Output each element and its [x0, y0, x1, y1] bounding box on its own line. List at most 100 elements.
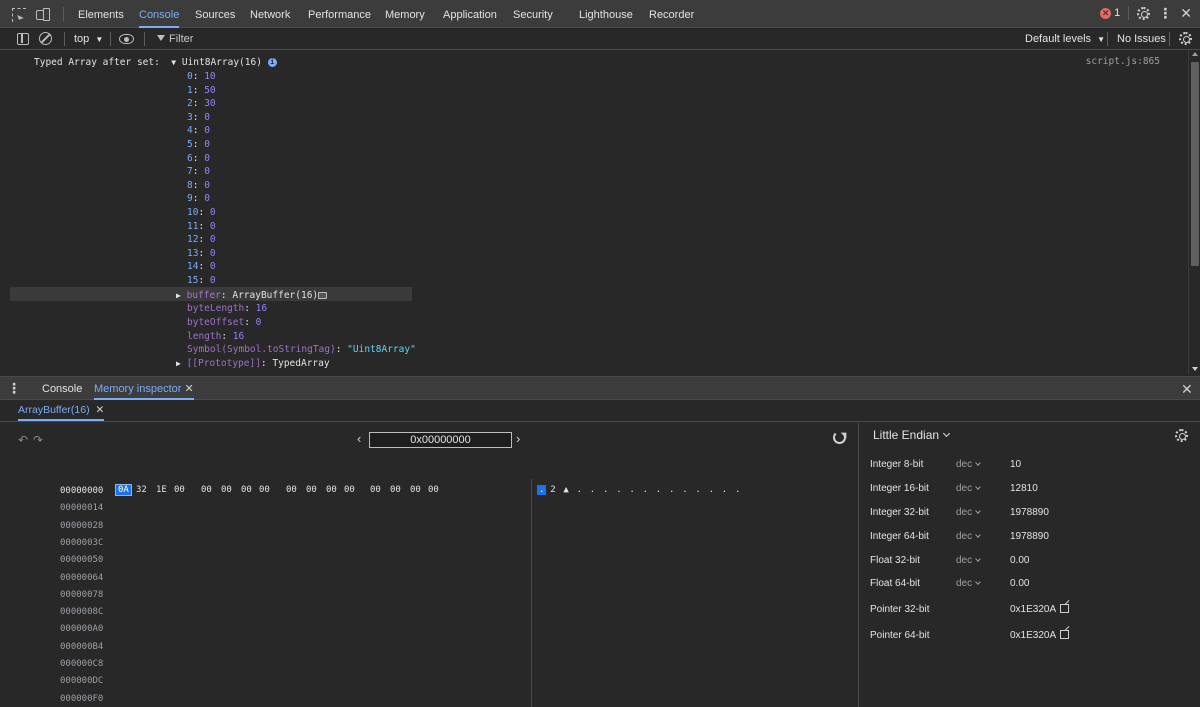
tab-security[interactable]: Security — [513, 0, 553, 28]
property-key: length — [187, 331, 222, 342]
selected-ascii-cell[interactable]: . — [537, 485, 547, 495]
ascii-cell[interactable]: . — [643, 485, 648, 495]
expand-toggle-icon[interactable]: ▼ — [171, 58, 176, 67]
value-format-dropdown[interactable]: dec — [956, 531, 981, 542]
tab-memory[interactable]: Memory — [385, 0, 425, 28]
byte-cell[interactable]: 00 — [344, 485, 355, 495]
ascii-cell[interactable]: . — [669, 485, 674, 495]
tab-application[interactable]: Application — [443, 0, 497, 28]
tab-elements[interactable]: Elements — [78, 0, 124, 28]
ascii-cell[interactable]: . — [577, 485, 582, 495]
tab-network[interactable]: Network — [250, 0, 290, 28]
close-tab-icon[interactable]: ✕ — [184, 383, 193, 395]
byte-cell[interactable]: 00 — [286, 485, 297, 495]
buffer-property[interactable]: ▶ buffer: ArrayBuffer(16) — [176, 289, 328, 302]
index-row: 10: 0 — [187, 207, 216, 218]
byte-cell[interactable]: 32 — [136, 485, 147, 495]
history-back-icon[interactable]: ↶ — [18, 433, 28, 447]
value-format-dropdown[interactable]: dec — [956, 507, 981, 518]
history-forward-icon[interactable]: ↷ — [33, 433, 43, 447]
value-settings-gear-icon[interactable] — [1175, 429, 1188, 442]
previous-page-icon[interactable]: ‹ — [357, 431, 361, 446]
next-page-icon[interactable]: › — [516, 431, 520, 446]
byte-cell[interactable]: 00 — [241, 485, 252, 495]
index-row: 0: 10 — [187, 71, 216, 82]
device-toolbar-icon[interactable] — [36, 8, 50, 21]
drawer-tab-memory-inspector[interactable]: Memory inspector ✕ — [94, 377, 194, 400]
byte-cell[interactable]: 00 — [306, 485, 317, 495]
value-format-dropdown[interactable]: dec — [956, 555, 981, 566]
issues-button[interactable]: No Issues — [1117, 28, 1166, 50]
expand-arrow-icon[interactable]: ▶ — [176, 291, 181, 300]
ascii-cell[interactable]: . — [590, 485, 595, 495]
ascii-cell[interactable]: . — [616, 485, 621, 495]
ascii-cell[interactable]: ▲ — [563, 485, 568, 495]
byte-cell[interactable]: 00 — [370, 485, 381, 495]
selected-byte-cell[interactable]: 0A — [115, 484, 132, 496]
context-selector[interactable]: top ▼ — [74, 28, 103, 50]
drawer-tab-console[interactable]: Console — [42, 377, 82, 400]
clear-console-icon[interactable] — [39, 32, 52, 45]
divider — [1169, 32, 1170, 46]
value-format-dropdown[interactable]: dec — [956, 483, 981, 494]
live-expression-eye-icon[interactable] — [119, 34, 134, 44]
memory-inspector-icon[interactable] — [318, 292, 328, 299]
show-sidebar-icon[interactable] — [17, 33, 29, 45]
console-settings-gear-icon[interactable] — [1179, 32, 1192, 45]
ascii-cell[interactable]: . — [629, 485, 634, 495]
source-link[interactable]: script.js:865 — [1086, 56, 1160, 67]
value-format-dropdown[interactable]: dec — [956, 459, 981, 470]
console-scrollbar[interactable] — [1188, 50, 1200, 374]
byte-cell[interactable]: 00 — [221, 485, 232, 495]
more-options-icon[interactable]: ⋮ — [1158, 6, 1172, 20]
info-icon[interactable]: i — [267, 58, 277, 67]
settings-gear-icon[interactable] — [1137, 6, 1151, 20]
value-format-dropdown[interactable]: dec — [956, 578, 981, 589]
pointer-link[interactable]: 0x1E320A — [1010, 629, 1070, 641]
byte-cell[interactable]: 00 — [326, 485, 337, 495]
expand-arrow-icon[interactable]: ▶ — [176, 359, 181, 368]
prototype-property[interactable]: ▶ [[Prototype]]: TypedArray — [176, 357, 330, 370]
index-key: 14 — [187, 261, 199, 273]
tab-sources[interactable]: Sources — [195, 0, 235, 28]
byte-cell[interactable]: 00 — [259, 485, 270, 495]
filter-input[interactable]: Filter — [157, 28, 193, 50]
address-input[interactable]: 0x00000000 — [369, 432, 512, 448]
drawer-menu-icon[interactable]: ⋮ — [7, 381, 21, 395]
jump-to-address-icon[interactable] — [1060, 629, 1070, 639]
close-drawer-icon[interactable]: ✕ — [1181, 382, 1193, 396]
object-label[interactable]: Uint8Array(16) — [182, 57, 262, 68]
pointer-link[interactable]: 0x1E320A — [1010, 603, 1070, 615]
log-levels-dropdown[interactable]: Default levels ▼ — [1025, 28, 1105, 50]
refresh-icon[interactable] — [833, 431, 846, 444]
devtools-tab-bar: Elements Console Sources Network Perform… — [0, 0, 1200, 28]
ascii-cell[interactable]: . — [695, 485, 700, 495]
byte-cell[interactable]: 00 — [174, 485, 185, 495]
ascii-cell[interactable]: . — [722, 485, 727, 495]
scrollbar-thumb[interactable] — [1191, 62, 1199, 266]
byte-cell[interactable]: 00 — [390, 485, 401, 495]
endianness-dropdown[interactable]: Little Endian — [873, 428, 951, 442]
ascii-cell[interactable]: 2 — [550, 485, 555, 495]
byte-cell[interactable]: 00 — [201, 485, 212, 495]
tab-console[interactable]: Console — [139, 0, 180, 28]
jump-to-address-icon[interactable] — [1060, 603, 1070, 613]
tab-recorder[interactable]: Recorder — [649, 0, 694, 28]
ascii-cell[interactable]: . — [656, 485, 661, 495]
inspect-element-icon[interactable] — [12, 8, 26, 22]
byte-cell[interactable]: 1E — [156, 485, 167, 495]
close-subtab-icon[interactable]: ✕ — [96, 404, 105, 416]
tab-performance[interactable]: Performance — [308, 0, 371, 28]
subtab-arraybuffer[interactable]: ArrayBuffer(16) ✕ — [18, 400, 105, 421]
ascii-cell[interactable]: . — [682, 485, 687, 495]
ascii-cell[interactable]: . — [603, 485, 608, 495]
close-devtools-icon[interactable]: ✕ — [1180, 6, 1192, 20]
byte-cell[interactable]: 00 — [410, 485, 421, 495]
byte-cell[interactable]: 00 — [428, 485, 439, 495]
error-counter[interactable]: ✕ 1 — [1100, 7, 1120, 19]
scroll-down-arrow-icon[interactable] — [1192, 367, 1198, 371]
ascii-cell[interactable]: . — [709, 485, 714, 495]
ascii-cell[interactable]: . — [735, 485, 740, 495]
scroll-up-arrow-icon[interactable] — [1192, 52, 1198, 56]
tab-lighthouse[interactable]: Lighthouse — [579, 0, 633, 28]
